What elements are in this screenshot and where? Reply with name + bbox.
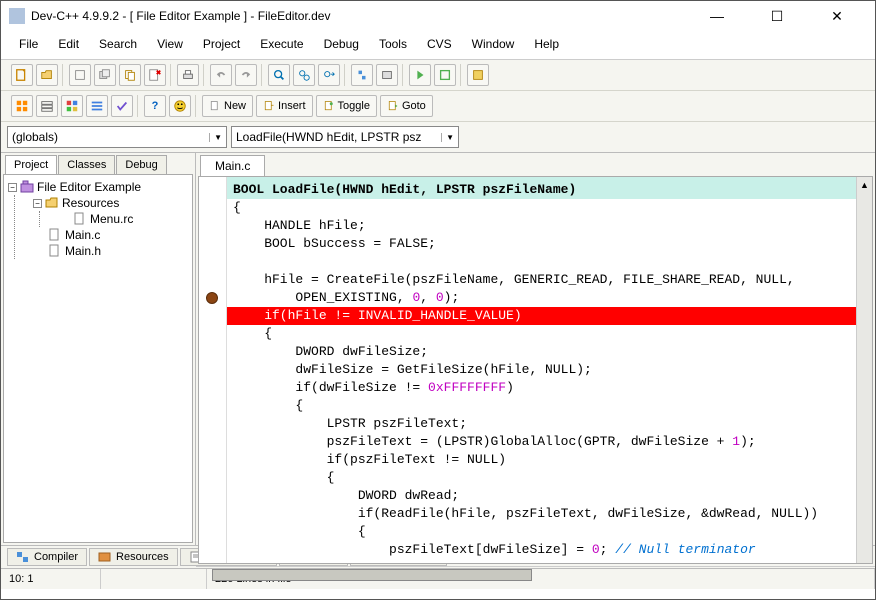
vertical-scrollbar[interactable]: ▲	[856, 177, 872, 563]
replace-button[interactable]	[293, 64, 315, 86]
print-button[interactable]	[177, 64, 199, 86]
collapse-icon[interactable]: −	[8, 183, 17, 192]
tree-root-label: File Editor Example	[37, 180, 141, 194]
save-all-button[interactable]	[94, 64, 116, 86]
breakpoint-line: if(hFile != INVALID_HANDLE_VALUE)	[227, 307, 856, 325]
undo-button[interactable]	[210, 64, 232, 86]
menu-search[interactable]: Search	[89, 35, 147, 53]
toolbar-secondary: ? New Insert Toggle Goto	[1, 91, 875, 122]
project-icon	[20, 180, 34, 194]
collapse-icon[interactable]: −	[33, 199, 42, 208]
tab-debug[interactable]: Debug	[116, 155, 166, 174]
menu-project[interactable]: Project	[193, 35, 250, 53]
syntax-check-button[interactable]	[61, 95, 83, 117]
open-button[interactable]	[36, 64, 58, 86]
compile-current-button[interactable]	[11, 95, 33, 117]
about-button[interactable]	[169, 95, 191, 117]
sidebar: Project Classes Debug − File Editor Exam…	[1, 153, 196, 545]
redo-button[interactable]	[235, 64, 257, 86]
menu-cvs[interactable]: CVS	[417, 35, 462, 53]
function-combo[interactable]: LoadFile(HWND hEdit, LPSTR psz ▼	[231, 126, 459, 148]
chevron-down-icon: ▼	[441, 133, 454, 142]
maximize-button[interactable]: ☐	[757, 8, 797, 25]
editor-area: Main.c BOOL LoadFile(HWND hEdit, LPSTR p…	[196, 153, 875, 545]
save-button[interactable]	[69, 64, 91, 86]
file-icon	[73, 212, 87, 226]
chevron-down-icon: ▼	[209, 133, 222, 142]
scope-combo-value: (globals)	[12, 130, 58, 144]
resources-icon	[98, 551, 112, 563]
menu-tools[interactable]: Tools	[369, 35, 417, 53]
folder-icon	[45, 196, 59, 210]
scope-combo[interactable]: (globals) ▼	[7, 126, 227, 148]
tree-resources-label: Resources	[62, 196, 119, 210]
run-button[interactable]	[376, 64, 398, 86]
tab-classes[interactable]: Classes	[58, 155, 115, 174]
scrollbar-thumb[interactable]	[212, 569, 532, 581]
gutter[interactable]	[199, 177, 227, 563]
tree-resources[interactable]: − Resources	[33, 195, 188, 211]
breakpoint-icon[interactable]	[206, 292, 218, 304]
goto-button[interactable]: Goto	[380, 95, 433, 117]
tree-file-mainh[interactable]: Main.h	[33, 243, 188, 259]
copy-button[interactable]	[119, 64, 141, 86]
tab-compiler[interactable]: Compiler	[7, 548, 87, 566]
tree-item-label: Main.h	[65, 244, 101, 258]
status-cursor-pos: 10: 1	[1, 569, 101, 589]
menu-debug[interactable]: Debug	[314, 35, 369, 53]
window-title: Dev-C++ 4.9.9.2 - [ File Editor Example …	[31, 9, 697, 23]
editor-tab-mainc[interactable]: Main.c	[200, 155, 265, 176]
tree-file-menurc[interactable]: Menu.rc	[58, 211, 188, 227]
menu-view[interactable]: View	[147, 35, 193, 53]
minimize-button[interactable]: —	[697, 8, 737, 25]
tree-item-label: Menu.rc	[90, 212, 133, 226]
app-icon	[9, 8, 25, 24]
menu-edit[interactable]: Edit	[48, 35, 89, 53]
menu-window[interactable]: Window	[462, 35, 525, 53]
menu-help[interactable]: Help	[524, 35, 569, 53]
compiler-icon	[16, 551, 30, 563]
file-icon	[48, 228, 62, 242]
rebuild-button[interactable]	[434, 64, 456, 86]
project-tree[interactable]: − File Editor Example − Resources Menu.r…	[3, 174, 193, 543]
find-button[interactable]	[268, 64, 290, 86]
profile-button[interactable]	[36, 95, 58, 117]
tab-project[interactable]: Project	[5, 155, 57, 174]
close-file-button[interactable]	[144, 64, 166, 86]
horizontal-scrollbar[interactable]	[196, 566, 875, 567]
new-file-button[interactable]: New	[202, 95, 253, 117]
menu-execute[interactable]: Execute	[250, 35, 313, 53]
help-button[interactable]: ?	[144, 95, 166, 117]
tree-root[interactable]: − File Editor Example	[8, 179, 188, 195]
main-area: Project Classes Debug − File Editor Exam…	[1, 153, 875, 545]
close-button[interactable]: ✕	[817, 8, 857, 25]
status-empty	[101, 569, 207, 589]
checkmark-button[interactable]	[111, 95, 133, 117]
insert-button[interactable]: Insert	[256, 95, 313, 117]
menu-file[interactable]: File	[9, 35, 48, 53]
menubar: File Edit Search View Project Execute De…	[1, 31, 875, 60]
tree-file-mainc[interactable]: Main.c	[33, 227, 188, 243]
new-project-button[interactable]	[11, 64, 33, 86]
file-icon	[48, 244, 62, 258]
code-editor[interactable]: BOOL LoadFile(HWND hEdit, LPSTR pszFileN…	[227, 177, 856, 563]
toggle-bookmark-button[interactable]: Toggle	[316, 95, 377, 117]
tab-resources[interactable]: Resources	[89, 548, 178, 566]
toolbar-main	[1, 60, 875, 91]
compile-run-button[interactable]	[409, 64, 431, 86]
compile-button[interactable]	[351, 64, 373, 86]
debug-button[interactable]	[467, 64, 489, 86]
parameters-button[interactable]	[86, 95, 108, 117]
combobar: (globals) ▼ LoadFile(HWND hEdit, LPSTR p…	[1, 122, 875, 153]
function-combo-value: LoadFile(HWND hEdit, LPSTR psz	[236, 130, 421, 144]
tree-item-label: Main.c	[65, 228, 100, 242]
find-next-button[interactable]	[318, 64, 340, 86]
scroll-up-icon[interactable]: ▲	[857, 177, 872, 193]
titlebar: Dev-C++ 4.9.9.2 - [ File Editor Example …	[1, 1, 875, 31]
